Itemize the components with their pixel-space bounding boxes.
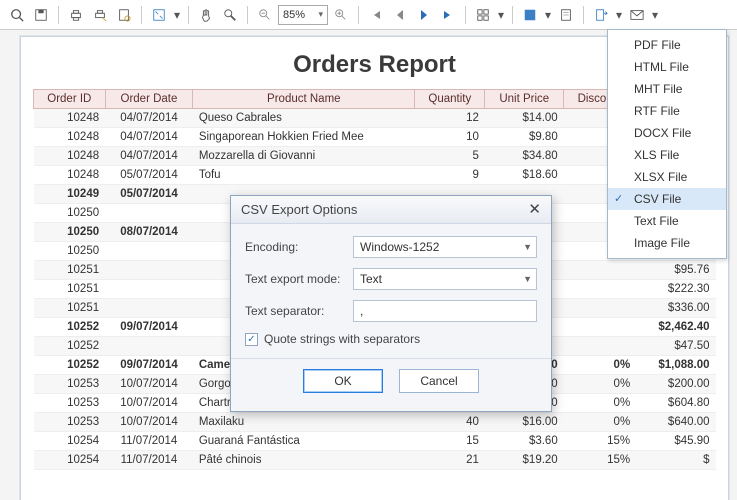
- export-menu-item[interactable]: DOCX File: [608, 122, 726, 144]
- column-header: Unit Price: [485, 90, 564, 109]
- quote-label: Quote strings with separators: [264, 332, 420, 346]
- encoding-label: Encoding:: [245, 240, 353, 254]
- export-menu-item[interactable]: HTML File: [608, 56, 726, 78]
- scale-dropdown-icon[interactable]: ▾: [172, 4, 182, 26]
- column-header: Product Name: [193, 90, 415, 109]
- ok-button[interactable]: OK: [303, 369, 383, 393]
- csv-export-dialog: CSV Export Options ✕ Encoding: Windows-1…: [230, 195, 552, 412]
- email-dropdown-icon[interactable]: ▾: [650, 4, 660, 26]
- mode-select[interactable]: Text▼: [353, 268, 537, 290]
- export-menu-item[interactable]: RTF File: [608, 100, 726, 122]
- export-menu: PDF FileHTML FileMHT FileRTF FileDOCX Fi…: [607, 29, 727, 259]
- dialog-titlebar: CSV Export Options ✕: [231, 196, 551, 224]
- quick-print-icon[interactable]: [89, 4, 111, 26]
- scale-icon[interactable]: [148, 4, 170, 26]
- next-page-icon[interactable]: [413, 4, 435, 26]
- color-icon[interactable]: [519, 4, 541, 26]
- first-page-icon[interactable]: [365, 4, 387, 26]
- color-dropdown-icon[interactable]: ▾: [543, 4, 553, 26]
- close-icon[interactable]: ✕: [528, 202, 541, 217]
- toolbar: ▾ 85%▾ ▾ ▾ ▾ ▾: [0, 0, 737, 30]
- separator-input[interactable]: ,: [353, 300, 537, 322]
- zoom-in-icon[interactable]: [330, 4, 352, 26]
- export-menu-item[interactable]: XLSX File: [608, 166, 726, 188]
- save-icon[interactable]: [30, 4, 52, 26]
- export-menu-item[interactable]: MHT File: [608, 78, 726, 100]
- export-menu-item[interactable]: ✓CSV File: [608, 188, 726, 210]
- export-menu-item[interactable]: XLS File: [608, 144, 726, 166]
- zoom-level-input[interactable]: 85%▾: [278, 5, 328, 25]
- table-row: 1025411/07/2014Guaraná Fantástica15$3.60…: [34, 432, 716, 451]
- zoom-out-icon[interactable]: [254, 4, 276, 26]
- last-page-icon[interactable]: [437, 4, 459, 26]
- separator-label: Text separator:: [245, 304, 353, 318]
- check-icon: ✓: [614, 192, 623, 205]
- encoding-select[interactable]: Windows-1252▼: [353, 236, 537, 258]
- watermark-icon[interactable]: [555, 4, 577, 26]
- table-row: 1025310/07/2014Maxilaku40$16.000%$640.00: [34, 413, 716, 432]
- parameters-icon[interactable]: [113, 4, 135, 26]
- hand-tool-icon[interactable]: [195, 4, 217, 26]
- export-menu-item[interactable]: PDF File: [608, 34, 726, 56]
- export-dropdown-icon[interactable]: ▾: [614, 4, 624, 26]
- mode-label: Text export mode:: [245, 272, 353, 286]
- email-icon[interactable]: [626, 4, 648, 26]
- dialog-title: CSV Export Options: [241, 202, 357, 217]
- table-row: 1025411/07/2014Pâté chinois21$19.2015%$: [34, 451, 716, 470]
- multipage-icon[interactable]: [472, 4, 494, 26]
- cancel-button[interactable]: Cancel: [399, 369, 479, 393]
- print-icon[interactable]: [65, 4, 87, 26]
- column-header: Order Date: [105, 90, 193, 109]
- export-menu-item[interactable]: Image File: [608, 232, 726, 254]
- export-icon[interactable]: [590, 4, 612, 26]
- export-menu-item[interactable]: Text File: [608, 210, 726, 232]
- column-header: Order ID: [34, 90, 106, 109]
- quote-checkbox[interactable]: ✓: [245, 333, 258, 346]
- multipage-dropdown-icon[interactable]: ▾: [496, 4, 506, 26]
- column-header: Quantity: [415, 90, 485, 109]
- search-icon[interactable]: [6, 4, 28, 26]
- magnifier-icon[interactable]: [219, 4, 241, 26]
- prev-page-icon[interactable]: [389, 4, 411, 26]
